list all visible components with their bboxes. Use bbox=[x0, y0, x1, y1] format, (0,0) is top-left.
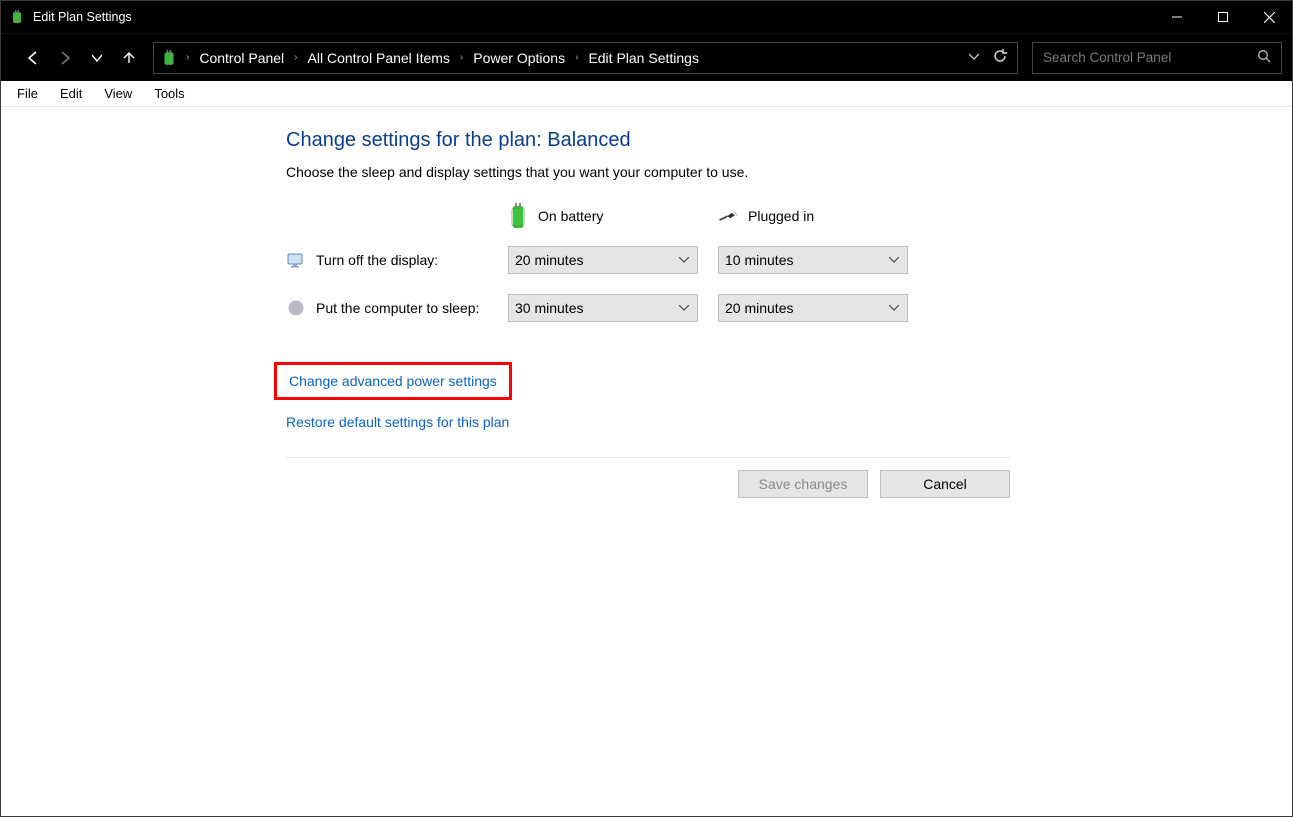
chevron-right-icon: › bbox=[458, 52, 465, 63]
column-header-plugged-label: Plugged in bbox=[748, 208, 814, 224]
maximize-button[interactable] bbox=[1200, 1, 1246, 33]
column-header-plugged: Plugged in bbox=[718, 206, 928, 226]
power-settings-table: On battery Plugged in bbox=[286, 196, 928, 332]
breadcrumb-item[interactable]: All Control Panel Items bbox=[304, 50, 454, 66]
forward-button[interactable] bbox=[51, 44, 79, 72]
save-changes-button[interactable]: Save changes bbox=[738, 470, 868, 498]
menu-view[interactable]: View bbox=[94, 84, 142, 103]
menu-edit[interactable]: Edit bbox=[50, 84, 92, 103]
display-plugged-select[interactable]: 10 minutes bbox=[718, 246, 908, 274]
sleep-battery-select[interactable]: 30 minutes bbox=[508, 294, 698, 322]
advanced-power-settings-link[interactable]: Change advanced power settings bbox=[274, 362, 512, 400]
breadcrumb-item[interactable]: Power Options bbox=[469, 50, 569, 66]
row-display-text: Turn off the display: bbox=[316, 252, 438, 268]
refresh-icon[interactable] bbox=[993, 49, 1007, 66]
power-options-icon bbox=[160, 49, 178, 67]
page-subtitle: Choose the sleep and display settings th… bbox=[286, 164, 1026, 180]
restore-defaults-link[interactable]: Restore default settings for this plan bbox=[286, 414, 509, 430]
column-header-battery-label: On battery bbox=[538, 208, 603, 224]
chevron-right-icon: › bbox=[573, 52, 580, 63]
page-heading: Change settings for the plan: Balanced bbox=[286, 129, 1026, 152]
display-icon bbox=[286, 250, 306, 270]
breadcrumb-bar[interactable]: › Control Panel › All Control Panel Item… bbox=[153, 42, 1018, 74]
chevron-right-icon: › bbox=[292, 52, 299, 63]
up-button[interactable] bbox=[115, 44, 143, 72]
row-sleep-label: Put the computer to sleep: bbox=[286, 298, 508, 318]
breadcrumb-item[interactable]: Control Panel bbox=[195, 50, 288, 66]
chevron-down-icon[interactable] bbox=[969, 50, 979, 65]
menu-tools[interactable]: Tools bbox=[144, 84, 194, 103]
power-options-icon bbox=[9, 9, 25, 25]
minimize-button[interactable] bbox=[1154, 1, 1200, 33]
window-title: Edit Plan Settings bbox=[33, 10, 132, 24]
menu-file[interactable]: File bbox=[7, 84, 48, 103]
back-button[interactable] bbox=[19, 44, 47, 72]
chevron-right-icon: › bbox=[184, 52, 191, 63]
search-icon[interactable] bbox=[1257, 49, 1271, 66]
navbar: › Control Panel › All Control Panel Item… bbox=[1, 33, 1292, 81]
row-sleep-text: Put the computer to sleep: bbox=[316, 300, 479, 316]
cancel-button[interactable]: Cancel bbox=[880, 470, 1010, 498]
plug-icon bbox=[718, 206, 738, 226]
recent-dropdown[interactable] bbox=[83, 44, 111, 72]
search-input[interactable] bbox=[1043, 50, 1257, 65]
footer-buttons: Save changes Cancel bbox=[286, 457, 1010, 498]
titlebar: Edit Plan Settings bbox=[1, 1, 1292, 33]
row-display-label: Turn off the display: bbox=[286, 250, 508, 270]
links-section: Change advanced power settings Restore d… bbox=[286, 362, 1026, 430]
close-button[interactable] bbox=[1246, 1, 1292, 33]
search-box[interactable] bbox=[1032, 42, 1282, 74]
sleep-plugged-select[interactable]: 20 minutes bbox=[718, 294, 908, 322]
window-controls bbox=[1154, 1, 1292, 33]
display-battery-select[interactable]: 20 minutes bbox=[508, 246, 698, 274]
menubar: File Edit View Tools bbox=[1, 81, 1292, 107]
battery-icon bbox=[508, 206, 528, 226]
breadcrumb-item[interactable]: Edit Plan Settings bbox=[584, 50, 703, 66]
content-area: Change settings for the plan: Balanced C… bbox=[1, 107, 1292, 430]
column-header-battery: On battery bbox=[508, 206, 718, 226]
moon-icon bbox=[286, 298, 306, 318]
